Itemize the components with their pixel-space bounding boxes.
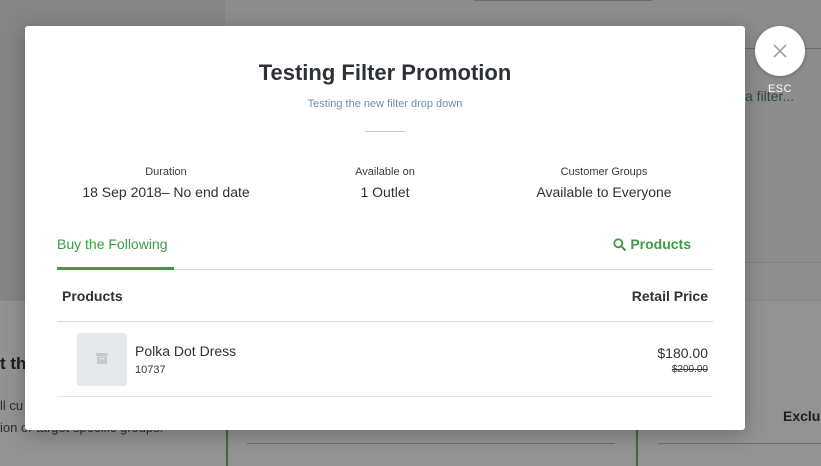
close-icon: [773, 44, 787, 58]
tab-bar: Buy the Following Products: [57, 232, 713, 270]
duration-value: 18 Sep 2018– No end date: [82, 184, 250, 200]
column-header-retail-price: Retail Price: [631, 288, 708, 304]
available-on-summary: Available on 1 Outlet: [275, 166, 495, 200]
background-text-line: ll cu: [0, 398, 24, 413]
duration-summary: Duration 18 Sep 2018– No end date: [56, 166, 276, 200]
modal-subtitle: Testing the new filter drop down: [307, 98, 463, 110]
customer-groups-value: Available to Everyone: [536, 184, 672, 200]
product-sku: 10737: [135, 364, 166, 376]
customer-groups-label: Customer Groups: [560, 166, 648, 178]
product-name: Polka Dot Dress: [135, 343, 237, 359]
table-row: Polka Dot Dress 10737 $180.00 $200.00: [57, 323, 713, 397]
product-price: $180.00: [657, 345, 708, 361]
duration-label: Duration: [145, 166, 187, 178]
product-thumbnail: [77, 333, 127, 386]
background-card: [636, 430, 821, 466]
available-on-label: Available on: [355, 166, 415, 178]
background-divider: [247, 443, 615, 444]
products-search-button[interactable]: Products: [613, 236, 691, 252]
customer-groups-summary: Customer Groups Available to Everyone: [494, 166, 714, 200]
background-top-input: [474, 0, 652, 1]
background-card: [226, 430, 636, 466]
promotion-modal: Testing Filter Promotion Testing the new…: [25, 26, 745, 430]
products-table-header: Products Retail Price: [57, 270, 713, 322]
background-exclusions-heading: Exclus: [783, 408, 821, 424]
modal-title: Testing Filter Promotion: [258, 60, 512, 85]
background-divider: [658, 443, 821, 444]
available-on-value: 1 Outlet: [360, 184, 410, 200]
search-icon: [613, 237, 627, 251]
products-search-label: Products: [630, 236, 691, 252]
tab-buy-the-following[interactable]: Buy the Following: [57, 236, 174, 270]
close-button[interactable]: [755, 26, 805, 76]
esc-label: ESC: [767, 83, 793, 95]
title-divider: [365, 131, 405, 132]
column-header-products: Products: [62, 288, 123, 304]
image-placeholder-icon: [96, 353, 108, 364]
product-original-price: $200.00: [671, 364, 708, 375]
